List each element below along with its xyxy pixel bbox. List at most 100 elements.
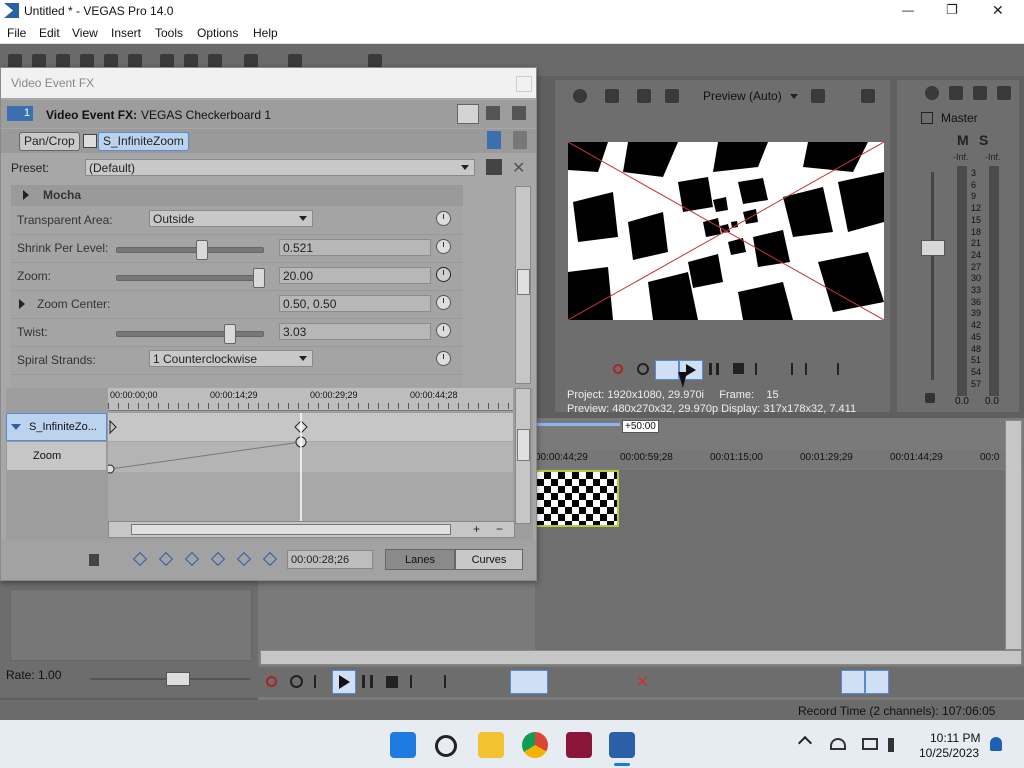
chain-checkbox[interactable] [83, 134, 97, 148]
chain-s-infinitezoom-button[interactable]: S_InfiniteZoom [98, 132, 189, 151]
slider-thumb[interactable] [253, 268, 265, 288]
next-frame-icon[interactable] [827, 363, 839, 375]
master-fader-thumb[interactable] [921, 240, 945, 256]
notification-bell-icon[interactable] [990, 737, 1002, 751]
curves-button[interactable]: Curves [455, 549, 523, 570]
delete-preset-icon[interactable]: ✕ [512, 158, 525, 178]
minimize-button[interactable]: — [902, 3, 914, 17]
zoom-center-value-field[interactable]: 0.50, 0.50 [279, 295, 431, 312]
kf-hscroll-thumb[interactable] [131, 524, 451, 535]
delete-icon[interactable]: ✕ [636, 672, 649, 692]
params-scrollbar[interactable] [515, 186, 531, 384]
add-keyframe-icon[interactable] [236, 551, 252, 567]
copy-snapshot-icon[interactable] [665, 89, 679, 103]
maximize-button[interactable]: ❐ [946, 2, 958, 18]
kf-lanes[interactable] [108, 413, 513, 521]
last-keyframe-icon[interactable] [210, 551, 226, 567]
solo-button[interactable]: S [979, 132, 988, 148]
animate-clock-icon[interactable] [436, 267, 451, 282]
expand-arrow-icon[interactable] [19, 299, 25, 309]
first-keyframe-icon[interactable] [132, 551, 148, 567]
snapping-button[interactable] [841, 670, 865, 694]
main-pause-icon[interactable] [362, 675, 373, 688]
grid-overlay-icon[interactable] [811, 89, 825, 103]
video-event-clip[interactable] [535, 470, 619, 527]
preview-copy-icon[interactable] [861, 89, 875, 103]
auto-crossfade-button[interactable] [865, 670, 889, 694]
shrink-slider[interactable] [116, 240, 264, 260]
close-button[interactable]: ✕ [992, 2, 1004, 19]
spiral-strands-dropdown[interactable]: 1 Counterclockwise [149, 350, 313, 367]
main-go-start-icon[interactable] [410, 675, 422, 688]
save-preset-icon[interactable] [486, 159, 502, 175]
timeline-tracks[interactable] [535, 470, 1005, 650]
open-icon[interactable] [32, 54, 46, 68]
mixer-route-icon[interactable] [997, 86, 1011, 100]
transparent-area-dropdown[interactable]: Outside [149, 210, 313, 227]
mixer-insert-icon[interactable] [949, 86, 963, 100]
split-screen-icon[interactable] [605, 89, 619, 103]
animate-clock-icon[interactable] [436, 295, 451, 310]
collapse-arrow-icon[interactable] [11, 424, 21, 430]
main-stop-icon[interactable] [386, 676, 398, 688]
edit-tool-button[interactable] [510, 670, 548, 694]
paste-icon[interactable] [208, 54, 222, 68]
rate-thumb[interactable] [166, 672, 190, 686]
record-button[interactable] [266, 676, 277, 687]
shrink-value-field[interactable]: 0.521 [279, 239, 431, 256]
kf-track-header[interactable]: S_InfiniteZo... [6, 413, 107, 441]
zoom-out-icon[interactable]: − [496, 522, 503, 536]
windows-start-icon[interactable] [390, 732, 416, 758]
kf-vscroll[interactable] [515, 388, 531, 524]
delete-keyframe-icon[interactable] [262, 551, 278, 567]
view-single-icon[interactable] [457, 104, 479, 124]
preset-dropdown[interactable]: (Default) [85, 159, 475, 176]
view-grid-icon[interactable] [512, 106, 526, 120]
kf-ruler[interactable]: 00:00:00;00 00:00:14;29 00:00:29;29 00:0… [108, 388, 513, 411]
next-keyframe-icon[interactable] [184, 551, 200, 567]
timeline-hscroll-bar[interactable] [260, 650, 1022, 665]
expand-arrow-icon[interactable] [23, 190, 29, 200]
help-icon[interactable] [368, 54, 382, 68]
timeline-ruler[interactable]: 00:00:44;29 00:00:59;28 00:01:15;00 00:0… [535, 450, 1024, 468]
chain-pan-crop-button[interactable]: Pan/Crop [19, 132, 80, 151]
copy-icon[interactable] [184, 54, 198, 68]
menu-view[interactable]: View [72, 26, 98, 40]
redo-icon[interactable] [288, 54, 302, 68]
sync-cursor-icon[interactable] [89, 554, 99, 566]
master-fx-icon[interactable] [921, 112, 933, 124]
kf-subtrack-header[interactable]: Zoom [6, 441, 107, 471]
animate-clock-icon[interactable] [436, 211, 451, 226]
mute-button[interactable]: M [957, 132, 969, 148]
play-from-start-button[interactable] [655, 360, 679, 380]
undo-icon[interactable] [244, 54, 258, 68]
loop-icon[interactable] [637, 363, 649, 375]
timeline-vscroll-bar[interactable] [1005, 420, 1022, 650]
render-icon[interactable] [104, 54, 118, 68]
slider-thumb[interactable] [195, 240, 208, 260]
volume-muted-icon[interactable] [888, 738, 904, 752]
zoom-value-field[interactable]: 20.00 [279, 267, 431, 284]
preview-settings-icon[interactable] [573, 89, 587, 103]
chevron-down-icon[interactable] [790, 94, 798, 99]
pause-icon[interactable] [709, 363, 719, 375]
mixer-audio-icon[interactable] [973, 86, 987, 100]
main-play-button[interactable] [332, 670, 356, 694]
external-monitor-icon[interactable] [637, 89, 651, 103]
params-scroll-thumb[interactable] [517, 269, 530, 295]
animate-clock-icon[interactable] [436, 239, 451, 254]
preview-quality-dropdown[interactable]: Preview (Auto) [703, 89, 782, 103]
section-header[interactable]: Mocha [11, 185, 463, 206]
new-file-icon[interactable] [8, 54, 22, 68]
main-go-end-icon[interactable] [434, 675, 446, 688]
lanes-button[interactable]: Lanes [385, 549, 455, 570]
play-from-start-icon[interactable] [314, 675, 326, 688]
fx-window-close-button[interactable] [516, 76, 532, 92]
menu-edit[interactable]: Edit [39, 26, 60, 40]
cut-icon[interactable] [160, 54, 174, 68]
twist-value-field[interactable]: 3.03 [279, 323, 431, 340]
save-icon[interactable] [56, 54, 70, 68]
kf-hscroll[interactable]: + − [108, 521, 515, 538]
network-icon[interactable] [830, 738, 846, 750]
go-to-end-icon[interactable] [781, 363, 793, 375]
